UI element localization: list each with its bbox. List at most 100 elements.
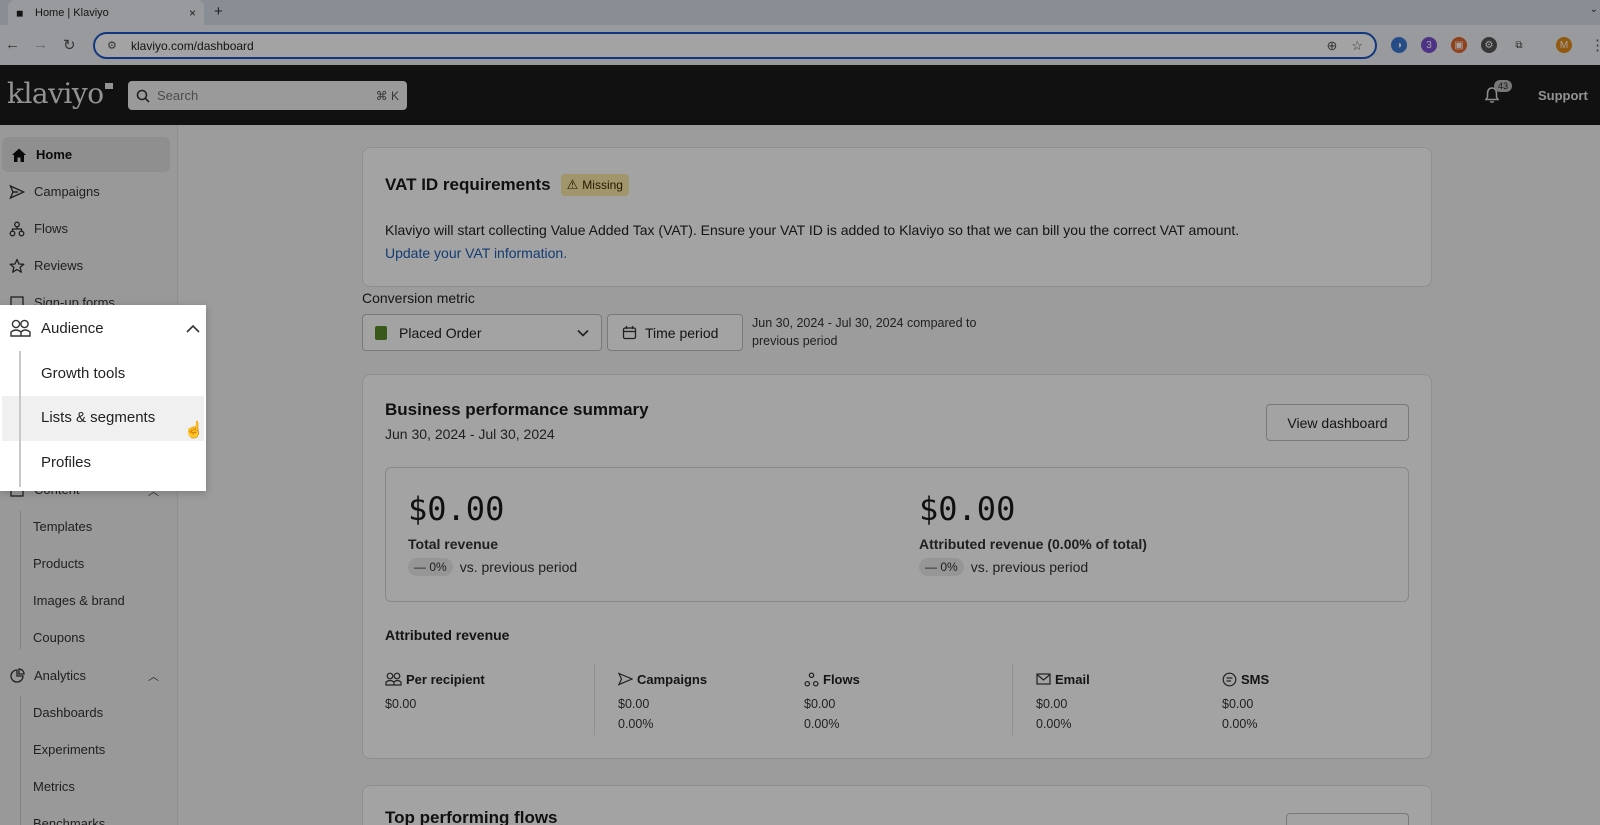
metric-label: Email [1055, 671, 1090, 687]
view-all-flows-button[interactable] [1286, 813, 1409, 825]
profile-avatar[interactable]: M [1556, 37, 1572, 53]
menu-item-growth-tools[interactable]: Growth tools [41, 365, 125, 382]
browser-toolbar: ← → ↻ ⚙ klaviyo.com/dashboard ⊕ ☆ ◑ 3 ▣ … [0, 25, 1600, 65]
total-revenue-value: $0.00 [408, 490, 505, 528]
metric-label: SMS [1241, 671, 1270, 687]
klaviyo-favicon: ◼ [16, 7, 24, 18]
metric-flows: Flows $0.00 0.00% [804, 670, 994, 732]
site-settings-icon[interactable]: ⚙ [107, 39, 123, 52]
menu-item-lists-segments[interactable]: Lists & segments [41, 409, 155, 426]
time-period-label: Time period [645, 324, 719, 341]
new-tab-button[interactable]: + [214, 3, 223, 20]
metric-percent: 0.00% [1036, 717, 1072, 731]
users-icon [385, 672, 402, 686]
sidebar-item-flows[interactable]: Flows [0, 211, 170, 246]
home-icon [10, 147, 28, 163]
sidebar-item-label: Home [36, 147, 73, 162]
update-vat-link[interactable]: Update your VAT information. [385, 245, 567, 261]
sidebar-subnav-line [20, 510, 21, 650]
sidebar-item-products[interactable]: Products [33, 556, 84, 571]
back-icon[interactable]: ← [5, 36, 20, 53]
extension-badge-icon[interactable]: 3 [1421, 37, 1437, 53]
search-icon [136, 89, 150, 103]
reload-icon[interactable]: ↻ [63, 36, 76, 54]
browser-menu-icon[interactable]: ⋮ [1590, 36, 1600, 54]
chevron-up-icon[interactable]: ︿ [148, 668, 159, 684]
tab-title: Home | Klaviyo [35, 6, 109, 19]
attributed-revenue-label: Attributed revenue (0.00% of total) [919, 536, 1147, 552]
flows-icon [804, 672, 819, 687]
sidebar-item-label: Campaigns [34, 184, 100, 199]
vat-title-text: VAT ID requirements [385, 175, 551, 194]
metric-percent: 0.00% [804, 717, 840, 731]
extension-icon[interactable]: ▣ [1451, 37, 1467, 53]
forward-icon[interactable]: → [33, 36, 48, 53]
sidebar-item-home[interactable]: Home [2, 137, 170, 172]
attributed-revenue-change: — 0% vs. previous period [919, 558, 1088, 576]
browser-tabbar: ◼ Home | Klaviyo × + ⌄ [0, 0, 1600, 25]
revenue-box [385, 467, 1409, 602]
chevron-up-icon[interactable] [186, 324, 200, 333]
shopify-icon [375, 325, 387, 340]
mail-icon [1036, 673, 1051, 685]
klaviyo-logo[interactable]: klaviyo [7, 77, 113, 110]
address-bar[interactable]: ⚙ klaviyo.com/dashboard ⊕ ☆ [93, 32, 1377, 59]
metric-value: $0.00 [385, 697, 417, 711]
sidebar-item-templates[interactable]: Templates [33, 519, 92, 534]
metric-per-recipient: Per recipient $0.00 [385, 670, 575, 712]
zoom-icon[interactable]: ⊕ [1326, 38, 1337, 54]
support-link[interactable]: Support [1538, 88, 1588, 103]
total-revenue-change: — 0% vs. previous period [408, 558, 577, 576]
vat-description: Klaviyo will start collecting Value Adde… [385, 222, 1240, 238]
audience-menu-header[interactable]: Audience [10, 319, 200, 337]
sidebar-item-experiments[interactable]: Experiments [33, 742, 105, 757]
date-range-line: previous period [752, 334, 838, 348]
sidebar-item-dashboards[interactable]: Dashboards [33, 705, 103, 720]
extension-badge: 3 [1426, 39, 1432, 51]
metric-divider [594, 663, 595, 735]
users-icon [10, 319, 31, 337]
chat-icon [1222, 672, 1237, 687]
calendar-icon [622, 325, 637, 340]
sidebar-item-campaigns[interactable]: Campaigns [0, 174, 170, 209]
vat-title: VAT ID requirements ⚠ Missing [385, 174, 629, 196]
sidebar-item-images-brand[interactable]: Images & brand [33, 593, 125, 608]
metric-label: Per recipient [406, 671, 485, 687]
sidebar-item-reviews[interactable]: Reviews [0, 248, 170, 283]
sidebar-item-analytics[interactable]: Analytics [0, 658, 170, 693]
time-period-button[interactable]: Time period [607, 314, 743, 351]
status-badge: ⚠ Missing [560, 174, 629, 196]
search-input[interactable]: Search ⌘ K [128, 81, 407, 110]
extension-icon[interactable]: ◑ [1391, 37, 1407, 53]
tab-list-chevron-icon[interactable]: ⌄ [1590, 4, 1598, 15]
metric-sms: SMS $0.00 0.00% [1222, 670, 1412, 732]
metric-label: Campaigns [637, 671, 708, 687]
browser-tab[interactable]: ◼ Home | Klaviyo × [8, 0, 204, 25]
metric-email: Email $0.00 0.00% [1036, 670, 1226, 732]
menu-item-profiles[interactable]: Profiles [41, 454, 91, 471]
metric-value: $0.00 [804, 697, 836, 711]
flows-icon [8, 221, 26, 237]
total-revenue-label: Total revenue [408, 536, 498, 552]
business-summary-date: Jun 30, 2024 - Jul 30, 2024 [385, 426, 555, 442]
bookmark-star-icon[interactable]: ☆ [1351, 38, 1363, 54]
sidebar-item-coupons[interactable]: Coupons [33, 630, 85, 645]
sidebar-item-benchmarks[interactable]: Benchmarks [33, 816, 105, 825]
vs-label: vs. previous period [970, 559, 1089, 575]
date-range-line: Jun 30, 2024 - Jul 30, 2024 compared to [752, 316, 977, 330]
audience-menu: Audience Growth tools Lists & segments P… [0, 305, 206, 491]
tab-close-icon[interactable]: × [189, 6, 196, 20]
audience-menu-title: Audience [41, 319, 104, 337]
sidebar-item-label: Flows [34, 221, 68, 236]
metric-value: $0.00 [1222, 697, 1254, 711]
conversion-metric-select[interactable]: Placed Order [362, 314, 602, 351]
extensions-puzzle-icon[interactable]: ⧉ [1511, 37, 1527, 53]
metric-value: $0.00 [1036, 697, 1068, 711]
star-icon [8, 258, 26, 274]
warning-icon: ⚠ [566, 177, 579, 192]
business-summary-title: Business performance summary [385, 400, 649, 419]
view-dashboard-button[interactable]: View dashboard [1266, 404, 1409, 441]
vs-label: vs. previous period [459, 559, 578, 575]
sidebar-item-metrics[interactable]: Metrics [33, 779, 75, 794]
extension-gear-icon[interactable]: ⚙ [1481, 37, 1497, 53]
